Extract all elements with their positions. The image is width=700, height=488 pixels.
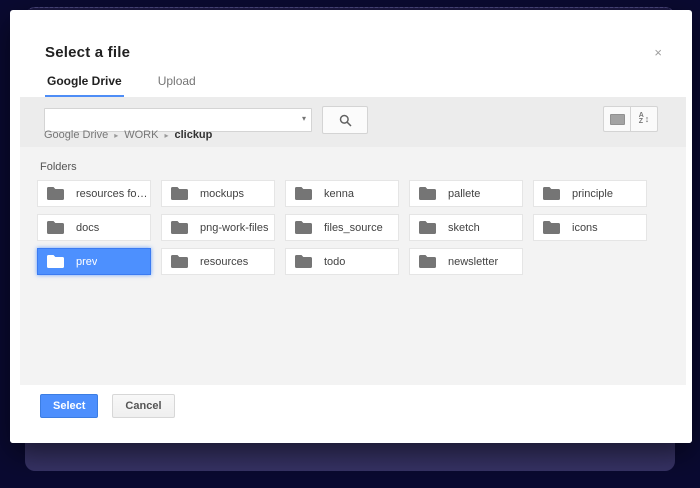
folder-tile-resources[interactable]: resources [161,248,275,275]
folder-name: prev [76,256,97,268]
folder-name: pallete [448,188,480,200]
folder-icon [543,187,560,200]
folder-tile-files-source[interactable]: files_source [285,214,399,241]
folder-name: newsletter [448,256,498,268]
search-button[interactable] [322,106,368,134]
breadcrumb-separator-icon: ▸ [114,131,118,140]
folder-tile-prev[interactable]: prev [37,248,151,275]
folder-icon [295,255,312,268]
folder-tile-png-work-files[interactable]: png-work-files [161,214,275,241]
folder-tile-mockups[interactable]: mockups [161,180,275,207]
folder-name: kenna [324,188,354,200]
grid-view-icon [610,114,625,125]
view-controls: A Z ↕ [603,106,658,132]
dialog-title: Select a file [45,44,130,61]
select-file-dialog: Select a file × Google Drive Upload ▾ [10,10,692,443]
dialog-footer: Select Cancel [10,385,692,443]
folder-icon [171,187,188,200]
folder-icon [47,255,64,268]
tab-google-drive[interactable]: Google Drive [45,68,124,98]
folder-name: png-work-files [200,222,268,234]
folders-panel: Folders resources for mark... mockups kenn… [20,147,686,385]
sort-az-icon: A Z ↕ [639,113,650,125]
folder-tile-icons[interactable]: icons [533,214,647,241]
breadcrumb-item[interactable]: Google Drive [44,129,108,141]
cancel-button[interactable]: Cancel [112,394,174,418]
folder-tile-docs[interactable]: docs [37,214,151,241]
folder-tile-principle[interactable]: principle [533,180,647,207]
folder-tile-todo[interactable]: todo [285,248,399,275]
folder-tile-pallete[interactable]: pallete [409,180,523,207]
folder-tile-newsletter[interactable]: newsletter [409,248,523,275]
tab-bar: Google Drive Upload [45,68,230,98]
tab-upload[interactable]: Upload [156,68,198,98]
folder-name: resources for mark... [76,188,150,200]
folder-name: icons [572,222,598,234]
sort-az-button[interactable]: A Z ↕ [630,106,658,132]
folder-icon [295,187,312,200]
folder-tile-resources-for-mark-[interactable]: resources for mark... [37,180,151,207]
folder-name: docs [76,222,99,234]
folder-icon [543,221,560,234]
breadcrumb: Google Drive ▸ WORK ▸ clickup [44,129,212,141]
folder-icon [47,221,64,234]
search-panel: ▾ A Z ↕ [20,97,686,148]
grid-view-button[interactable] [603,106,631,132]
folder-icon [419,221,436,234]
close-icon[interactable]: × [654,46,662,59]
folder-icon [171,255,188,268]
breadcrumb-item: clickup [174,129,212,141]
breadcrumb-separator-icon: ▸ [164,131,168,140]
folder-name: mockups [200,188,244,200]
folder-name: resources [200,256,248,268]
breadcrumb-item[interactable]: WORK [124,129,158,141]
folder-icon [295,221,312,234]
folder-name: files_source [324,222,383,234]
search-icon [339,114,352,127]
folder-name: principle [572,188,613,200]
footer-buttons: Select Cancel [40,394,175,418]
folder-name: todo [324,256,345,268]
folder-tile-sketch[interactable]: sketch [409,214,523,241]
select-button[interactable]: Select [40,394,98,418]
folder-grid: resources for mark... mockups kenna pallete… [37,180,647,275]
folder-icon [47,187,64,200]
folder-icon [171,221,188,234]
folder-name: sketch [448,222,480,234]
folders-section-label: Folders [40,161,77,173]
folder-icon [419,187,436,200]
folder-tile-kenna[interactable]: kenna [285,180,399,207]
folder-icon [419,255,436,268]
